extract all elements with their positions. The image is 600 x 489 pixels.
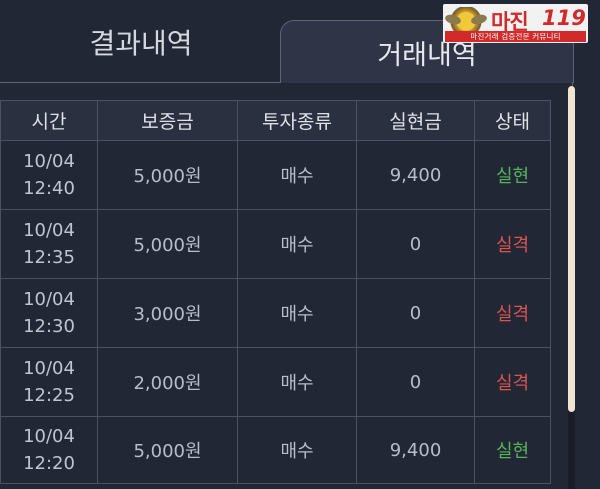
trade-history-table: 시간 보증금 투자종류 실현금 상태 10/04 12:40 5,000원 매수 9,4… — [0, 100, 551, 484]
cell-type: 매수 — [237, 347, 357, 417]
cell-realized: 0 — [356, 347, 475, 417]
cell-date: 10/04 — [23, 358, 75, 379]
cell-type: 매수 — [237, 209, 357, 279]
cell-time: 10/04 12:35 — [0, 209, 98, 279]
cell-clock: 12:30 — [23, 316, 75, 337]
status-badge: 실격 — [474, 347, 551, 417]
header-deposit: 보증금 — [97, 100, 238, 141]
table-row: 10/04 12:30 3,000원 매수 0 실격 — [0, 278, 551, 348]
cell-realized: 0 — [356, 209, 475, 279]
cell-clock: 12:20 — [23, 453, 75, 474]
cell-realized: 9,400 — [356, 140, 475, 210]
watermark-tagline: 마진거래 검증전문 커뮤니티 — [445, 31, 586, 42]
cell-deposit: 5,000원 — [97, 416, 238, 484]
table-row: 10/04 12:40 5,000원 매수 9,400 실현 — [0, 140, 551, 210]
status-badge: 실현 — [474, 416, 551, 484]
table-row: 10/04 12:20 5,000원 매수 9,400 실현 — [0, 416, 551, 484]
cell-time: 10/04 12:25 — [0, 347, 98, 417]
cell-deposit: 3,000원 — [97, 278, 238, 348]
scrollbar-thumb[interactable] — [568, 86, 575, 412]
status-badge: 실현 — [474, 140, 551, 210]
cell-clock: 12:25 — [23, 385, 75, 406]
cell-date: 10/04 — [23, 289, 75, 310]
tab-results[interactable]: 결과내역 — [0, 0, 282, 84]
cell-clock: 12:35 — [23, 247, 75, 268]
cell-type: 매수 — [237, 140, 357, 210]
table-header-row: 시간 보증금 투자종류 실현금 상태 — [0, 100, 551, 141]
watermark-number: 119 — [542, 6, 586, 30]
status-badge: 실격 — [474, 209, 551, 279]
header-realized: 실현금 — [356, 100, 475, 141]
table-row: 10/04 12:25 2,000원 매수 0 실격 — [0, 347, 551, 417]
cell-date: 10/04 — [23, 151, 75, 172]
table-row: 10/04 12:35 5,000원 매수 0 실격 — [0, 209, 551, 279]
cell-date: 10/04 — [23, 426, 75, 447]
cell-deposit: 5,000원 — [97, 140, 238, 210]
cell-type: 매수 — [237, 278, 357, 348]
status-badge: 실격 — [474, 278, 551, 348]
watermark-logo: 마진 119 마진거래 검증전문 커뮤니티 — [443, 4, 588, 43]
cell-realized: 0 — [356, 278, 475, 348]
header-status: 상태 — [474, 100, 551, 141]
cell-type: 매수 — [237, 416, 357, 484]
police-badge-icon — [445, 7, 487, 33]
cell-date: 10/04 — [23, 220, 75, 241]
cell-time: 10/04 12:40 — [0, 140, 98, 210]
header-type: 투자종류 — [237, 100, 357, 141]
header-time: 시간 — [0, 100, 98, 141]
cell-time: 10/04 12:30 — [0, 278, 98, 348]
cell-deposit: 5,000원 — [97, 209, 238, 279]
cell-deposit: 2,000원 — [97, 347, 238, 417]
cell-realized: 9,400 — [356, 416, 475, 484]
tab-divider — [0, 82, 281, 83]
cell-time: 10/04 12:20 — [0, 416, 98, 484]
cell-clock: 12:40 — [23, 178, 75, 199]
